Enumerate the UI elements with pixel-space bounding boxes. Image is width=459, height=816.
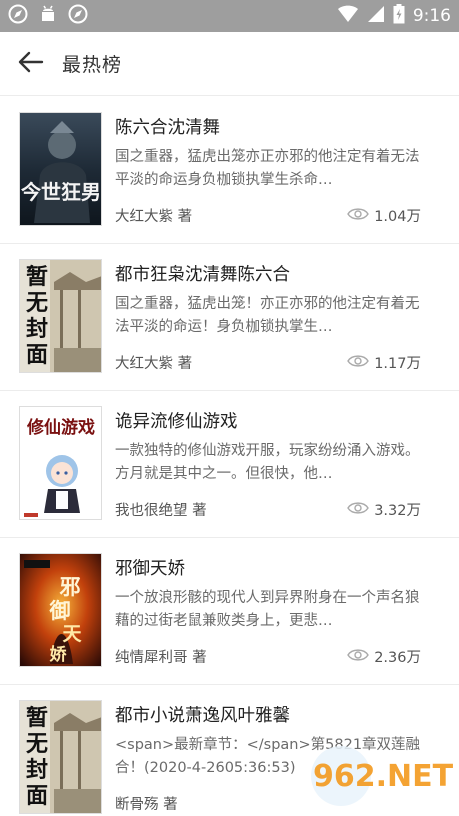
cover-title: 修仙游戏 bbox=[26, 417, 95, 438]
views-count: 1.17万 bbox=[374, 356, 421, 372]
cover-title-char: 娇 bbox=[50, 645, 68, 665]
book-cover: 今世狂男 bbox=[19, 112, 102, 226]
cover-title-char: 天 bbox=[62, 623, 82, 645]
book-views: 3.32万 bbox=[347, 499, 421, 520]
eye-icon bbox=[347, 501, 370, 519]
watermark-subtext: 乐游网 bbox=[386, 794, 428, 810]
book-views: 2.36万 bbox=[347, 646, 421, 667]
book-author: 断骨殇 著 bbox=[115, 797, 178, 813]
book-cover: 暂 无 封 面 bbox=[19, 700, 102, 814]
book-description: 国之重器，猛虎出笼亦正亦邪的他注定有着无法平淡的命运身负枷锁执掌生杀命… bbox=[115, 149, 420, 188]
page-title: 最热榜 bbox=[62, 54, 123, 76]
watermark-logo: 962.NET 乐游网 bbox=[307, 740, 454, 812]
cover-title-char: 无 bbox=[26, 732, 48, 757]
compass-icon bbox=[68, 4, 88, 28]
cover-title-char: 无 bbox=[26, 291, 48, 316]
book-cover: 暂 无 封 面 bbox=[19, 259, 102, 373]
status-left-icons bbox=[8, 4, 88, 28]
eye-icon bbox=[347, 648, 370, 666]
book-title: 都市小说萧逸风叶雅馨 bbox=[115, 706, 290, 726]
compass-icon bbox=[8, 4, 28, 28]
arrow-left-icon bbox=[18, 51, 44, 77]
cover-title-char: 封 bbox=[26, 317, 48, 342]
cover-title-char: 面 bbox=[26, 343, 48, 368]
book-author: 我也很绝望 著 bbox=[115, 503, 207, 519]
status-right: 9:16 bbox=[337, 4, 451, 28]
book-item[interactable]: 暂 无 封 面 都市狂枭沈清舞陈六合 国之重器，猛虎出笼！亦正亦邪的他注定有着无… bbox=[0, 244, 459, 391]
book-author: 纯情犀利哥 著 bbox=[115, 650, 207, 666]
book-item[interactable]: 邪 御 天 娇 邪御天娇 一个放浪形骸的现代人到异界附身在一个声名狼藉的过街老鼠… bbox=[0, 538, 459, 685]
cover-title-char: 御 bbox=[49, 598, 71, 623]
cover-title-char: 邪 bbox=[59, 574, 81, 599]
app-bar: 最热榜 bbox=[0, 32, 459, 96]
eye-icon bbox=[347, 207, 370, 225]
cover-title: 今世狂男 bbox=[21, 180, 101, 204]
book-title: 都市狂枭沈清舞陈六合 bbox=[115, 265, 290, 285]
android-icon bbox=[38, 4, 58, 28]
views-count: 3.32万 bbox=[374, 503, 421, 519]
book-item[interactable]: 修仙游戏 诡异流修仙游戏 一款独特的修仙游戏开服，玩家纷纷涌入游戏。方月就是其中… bbox=[0, 391, 459, 538]
book-description: 一款独特的修仙游戏开服，玩家纷纷涌入游戏。方月就是其中之一。但很快，他… bbox=[115, 443, 420, 482]
views-count: 1.04万 bbox=[374, 209, 421, 225]
back-button[interactable] bbox=[0, 32, 62, 96]
battery-charging-icon bbox=[393, 4, 405, 28]
book-cover: 修仙游戏 bbox=[19, 406, 102, 520]
book-author: 大红大紫 著 bbox=[115, 356, 193, 372]
watermark-text: 962.NET bbox=[313, 759, 453, 794]
book-description: 一个放浪形骸的现代人到异界附身在一个声名狼藉的过街老鼠兼败类身上，更悲… bbox=[115, 590, 420, 629]
book-description: 国之重器，猛虎出笼！亦正亦邪的他注定有着无法平淡的命运！身负枷锁执掌生… bbox=[115, 296, 420, 335]
book-title: 陈六合沈清舞 bbox=[115, 118, 220, 138]
wifi-icon bbox=[337, 5, 359, 27]
book-title: 诡异流修仙游戏 bbox=[115, 412, 238, 432]
signal-icon bbox=[367, 5, 385, 27]
views-count: 2.36万 bbox=[374, 650, 421, 666]
book-title: 邪御天娇 bbox=[115, 559, 185, 579]
book-item[interactable]: 今世狂男 陈六合沈清舞 国之重器，猛虎出笼亦正亦邪的他注定有着无法平淡的命运身负… bbox=[0, 97, 459, 244]
book-views: 1.04万 bbox=[347, 205, 421, 226]
book-cover: 邪 御 天 娇 bbox=[19, 553, 102, 667]
cover-title-char: 面 bbox=[26, 784, 48, 809]
cover-title-char: 暂 bbox=[26, 264, 48, 290]
eye-icon bbox=[347, 354, 370, 372]
cover-title-char: 暂 bbox=[26, 705, 48, 731]
status-bar: 9:16 bbox=[0, 0, 459, 32]
book-author: 大红大紫 著 bbox=[115, 209, 193, 225]
cover-title-char: 封 bbox=[26, 758, 48, 783]
book-views: 1.17万 bbox=[347, 352, 421, 373]
book-list: 今世狂男 陈六合沈清舞 国之重器，猛虎出笼亦正亦邪的他注定有着无法平淡的命运身负… bbox=[0, 97, 459, 816]
status-time: 9:16 bbox=[412, 6, 451, 26]
